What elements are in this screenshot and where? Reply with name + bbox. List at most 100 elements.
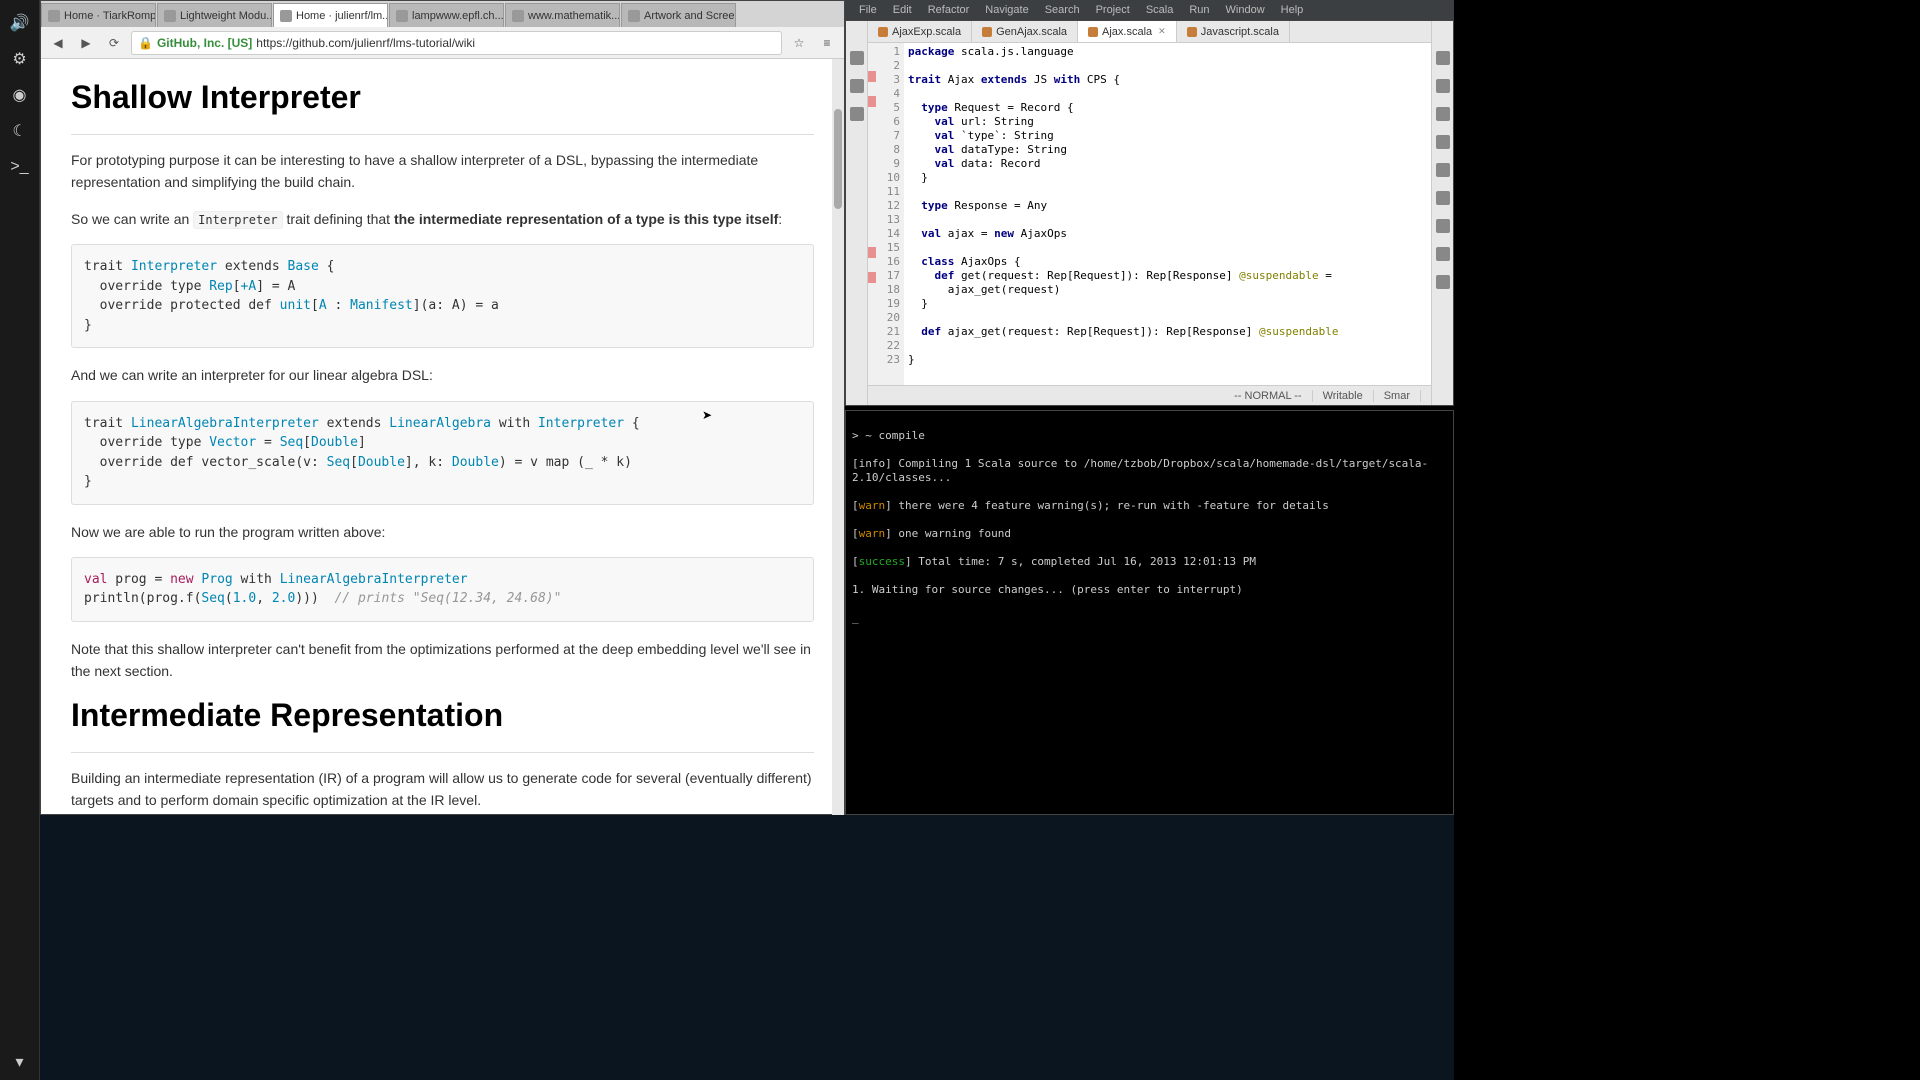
scala-file-icon	[1187, 27, 1197, 37]
menu-file[interactable]: File	[851, 4, 885, 16]
line-number-gutter: 1234567891011121314151617181920212223	[876, 43, 904, 385]
menu-scala[interactable]: Scala	[1138, 4, 1182, 16]
tool-icon[interactable]	[1436, 79, 1450, 93]
taskbar-settings-icon[interactable]: ⚙	[5, 44, 35, 74]
tool-icon[interactable]	[1436, 107, 1450, 121]
system-taskbar: 🔊 ⚙ ◉ ☾ >_ ▾	[0, 0, 40, 1080]
tool-icon[interactable]	[850, 107, 864, 121]
ide-statusbar: -- NORMAL -- Writable Smar	[868, 385, 1431, 405]
terminal-line: [success] Total time: 7 s, completed Jul…	[852, 555, 1447, 569]
ide-tab[interactable]: AjaxExp.scala	[868, 21, 972, 42]
url-bar[interactable]: 🔒 GitHub, Inc. [US] https://github.com/j…	[131, 31, 782, 55]
paragraph: So we can write an Interpreter trait def…	[71, 208, 814, 230]
taskbar-tray-icon[interactable]: ▾	[5, 1047, 35, 1077]
menu-window[interactable]: Window	[1218, 4, 1273, 16]
code-block: val prog = new Prog with LinearAlgebraIn…	[71, 557, 814, 622]
browser-tab[interactable]: Lightweight Modu...✕	[157, 3, 272, 27]
tab-favicon	[164, 10, 176, 22]
tool-icon[interactable]	[1436, 163, 1450, 177]
terminal-line: [warn] there were 4 feature warning(s); …	[852, 499, 1447, 513]
terminal-line: [info] Compiling 1 Scala source to /home…	[852, 457, 1447, 485]
tool-icon[interactable]	[1436, 135, 1450, 149]
tool-icon[interactable]	[1436, 275, 1450, 289]
tab-label: www.mathematik....	[528, 10, 620, 22]
tool-icon[interactable]	[1436, 51, 1450, 65]
tool-icon[interactable]	[1436, 247, 1450, 261]
browser-tab[interactable]: Home · TiarkRomp...✕	[41, 3, 156, 27]
heading-intermediate-representation: Intermediate Representation	[71, 697, 814, 734]
ide-window: AjaxExp.scala GenAjax.scala Ajax.scala✕ …	[845, 20, 1454, 406]
menu-navigate[interactable]: Navigate	[977, 4, 1036, 16]
tool-icon[interactable]	[1436, 219, 1450, 233]
tab-label: Lightweight Modu...	[180, 10, 272, 22]
tool-icon[interactable]	[1436, 191, 1450, 205]
paragraph: For prototyping purpose it can be intere…	[71, 149, 814, 194]
ide-tab[interactable]: GenAjax.scala	[972, 21, 1078, 42]
close-icon[interactable]: ✕	[1158, 26, 1166, 37]
menu-run[interactable]: Run	[1181, 4, 1217, 16]
paragraph: Now we are able to run the program writt…	[71, 521, 814, 543]
reload-button[interactable]: ⟳	[103, 32, 125, 54]
browser-tabstrip: Home · TiarkRomp...✕ Lightweight Modu...…	[41, 1, 844, 27]
browser-tab[interactable]: www.mathematik....✕	[505, 3, 620, 27]
scala-file-icon	[982, 27, 992, 37]
browser-content[interactable]: Shallow Interpreter For prototyping purp…	[41, 59, 844, 814]
menu-icon[interactable]: ≡	[816, 32, 838, 54]
taskbar-volume-icon[interactable]: 🔊	[5, 8, 35, 38]
star-icon[interactable]: ☆	[788, 32, 810, 54]
tool-icon[interactable]	[850, 51, 864, 65]
tab-label: Home · TiarkRomp...	[64, 10, 156, 22]
taskbar-terminal-icon[interactable]: >_	[5, 152, 35, 182]
ide-tab-label: Javascript.scala	[1201, 26, 1279, 38]
tab-label: Home · julienrf/lm...	[296, 10, 388, 22]
gutter-marks	[868, 43, 876, 385]
tab-favicon	[628, 10, 640, 22]
menu-refactor[interactable]: Refactor	[920, 4, 978, 16]
ide-right-toolbar	[1431, 21, 1453, 405]
scroll-thumb[interactable]	[834, 109, 842, 209]
url-host: GitHub, Inc. [US]	[157, 36, 252, 50]
ide-tab[interactable]: Ajax.scala✕	[1078, 21, 1177, 42]
forward-button[interactable]: ▶	[75, 32, 97, 54]
tab-favicon	[396, 10, 408, 22]
menu-edit[interactable]: Edit	[885, 4, 920, 16]
menu-project[interactable]: Project	[1088, 4, 1138, 16]
tab-label: Artwork and Scree...	[644, 10, 736, 22]
taskbar-moon-icon[interactable]: ☾	[5, 116, 35, 146]
code-text[interactable]: package scala.js.language trait Ajax ext…	[904, 43, 1431, 385]
taskbar-app-icon[interactable]: ◉	[5, 80, 35, 110]
desktop-background	[40, 815, 1454, 1080]
inline-code: Interpreter	[193, 211, 282, 229]
paragraph: Building an intermediate representation …	[71, 767, 814, 812]
status-insert: Smar	[1374, 390, 1421, 402]
terminal-line: > ~ compile	[852, 429, 1447, 443]
tab-favicon	[48, 10, 60, 22]
browser-tab[interactable]: lampwww.epfl.ch...✕	[389, 3, 504, 27]
ide-editor[interactable]: 1234567891011121314151617181920212223 pa…	[868, 43, 1431, 385]
ide-tab[interactable]: Javascript.scala	[1177, 21, 1290, 42]
status-mode: -- NORMAL --	[1224, 390, 1312, 402]
paragraph: Note that this shallow interpreter can't…	[71, 638, 814, 683]
back-button[interactable]: ◀	[47, 32, 69, 54]
browser-toolbar: ◀ ▶ ⟳ 🔒 GitHub, Inc. [US] https://github…	[41, 27, 844, 59]
terminal-line: 1. Waiting for source changes... (press …	[852, 583, 1447, 597]
tab-favicon	[280, 10, 292, 22]
scrollbar[interactable]	[832, 59, 844, 816]
scala-file-icon	[1088, 27, 1098, 37]
status-writable: Writable	[1313, 390, 1374, 402]
terminal-window[interactable]: > ~ compile [info] Compiling 1 Scala sou…	[845, 410, 1454, 815]
tool-icon[interactable]	[850, 79, 864, 93]
tab-favicon	[512, 10, 524, 22]
menu-help[interactable]: Help	[1273, 4, 1312, 16]
paragraph: And we can write an interpreter for our …	[71, 364, 814, 386]
heading-shallow-interpreter: Shallow Interpreter	[71, 79, 814, 116]
scala-file-icon	[878, 27, 888, 37]
lock-icon: 🔒	[138, 36, 153, 50]
ide-tabstrip: AjaxExp.scala GenAjax.scala Ajax.scala✕ …	[868, 21, 1431, 43]
browser-tab[interactable]: Artwork and Scree...✕	[621, 3, 736, 27]
code-block: trait Interpreter extends Base { overrid…	[71, 244, 814, 348]
browser-tab[interactable]: Home · julienrf/lm...✕	[273, 3, 388, 27]
ide-tab-label: AjaxExp.scala	[892, 26, 961, 38]
ide-tab-label: GenAjax.scala	[996, 26, 1067, 38]
menu-search[interactable]: Search	[1037, 4, 1088, 16]
